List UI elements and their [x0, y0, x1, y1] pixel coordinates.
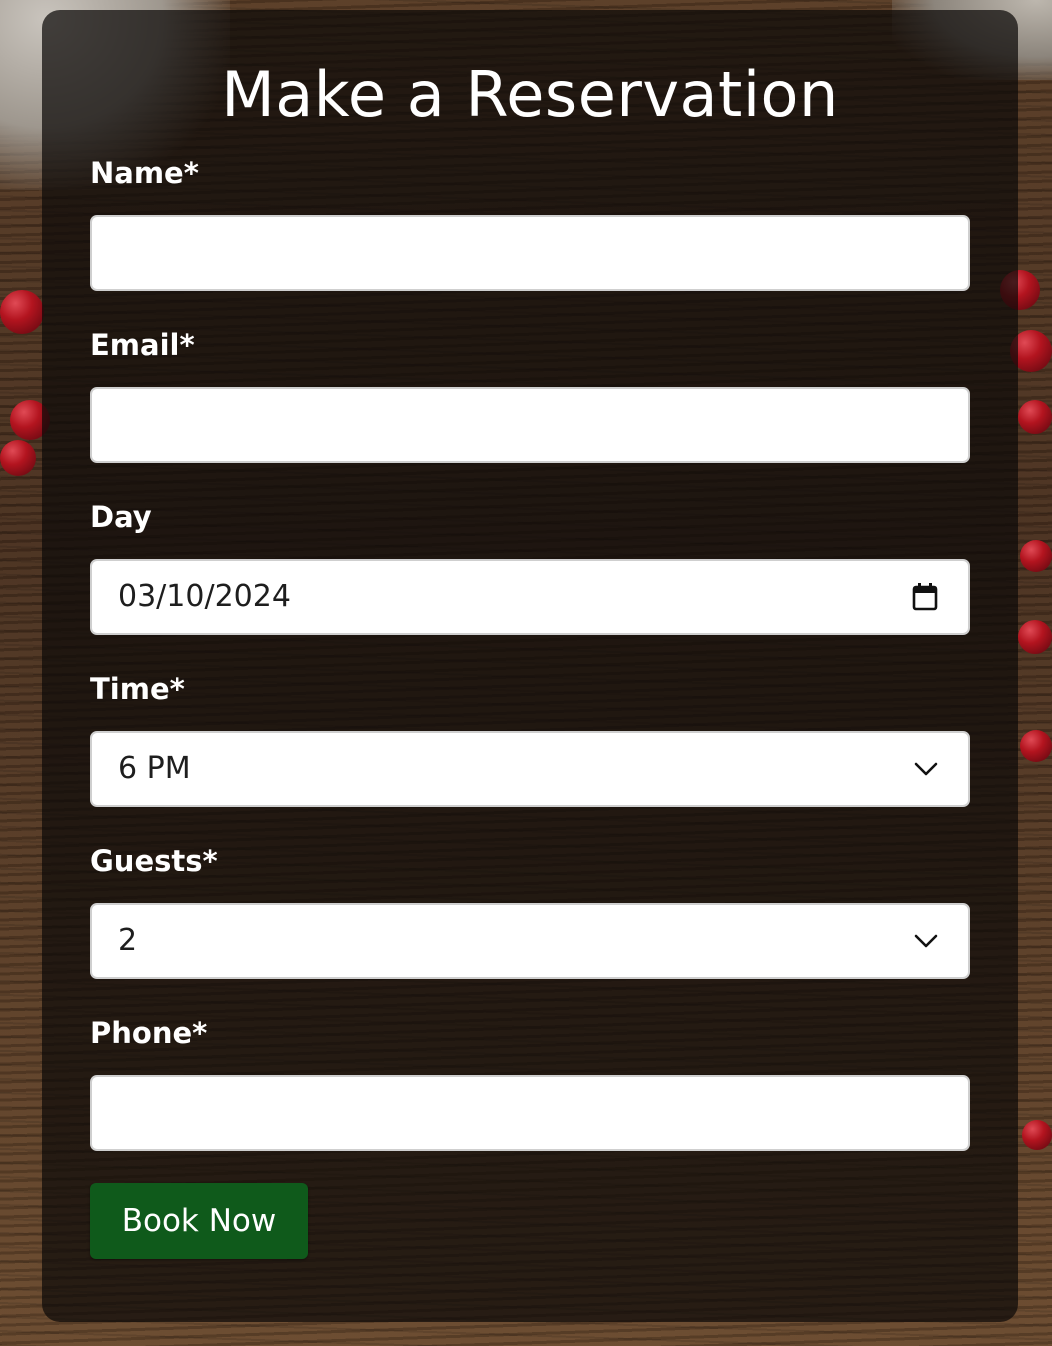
calendar-icon[interactable]	[912, 583, 938, 611]
berry	[1018, 620, 1052, 654]
berry	[1018, 400, 1052, 434]
email-label: Email*	[90, 328, 195, 362]
time-label: Time*	[90, 672, 185, 706]
berry	[1020, 730, 1052, 762]
time-select[interactable]: 6 PM	[90, 731, 970, 807]
chevron-down-icon	[914, 762, 938, 776]
berry	[0, 440, 36, 476]
berry	[0, 290, 44, 334]
time-value: 6 PM	[118, 751, 191, 786]
name-label: Name*	[90, 156, 199, 190]
name-input[interactable]	[90, 215, 970, 291]
email-input[interactable]	[90, 387, 970, 463]
day-label: Day	[90, 500, 152, 534]
phone-input[interactable]	[90, 1075, 970, 1151]
guests-label: Guests*	[90, 844, 218, 878]
chevron-down-icon	[914, 934, 938, 948]
berry	[1022, 1120, 1052, 1150]
form-title: Make a Reservation	[221, 58, 839, 131]
guests-select[interactable]: 2	[90, 903, 970, 979]
phone-label: Phone*	[90, 1016, 208, 1050]
day-value: 03/10/2024	[118, 579, 291, 614]
day-date-input[interactable]: 03/10/2024	[90, 559, 970, 635]
guests-value: 2	[118, 923, 138, 958]
berry	[1020, 540, 1052, 572]
book-now-button[interactable]: Book Now	[90, 1183, 308, 1259]
